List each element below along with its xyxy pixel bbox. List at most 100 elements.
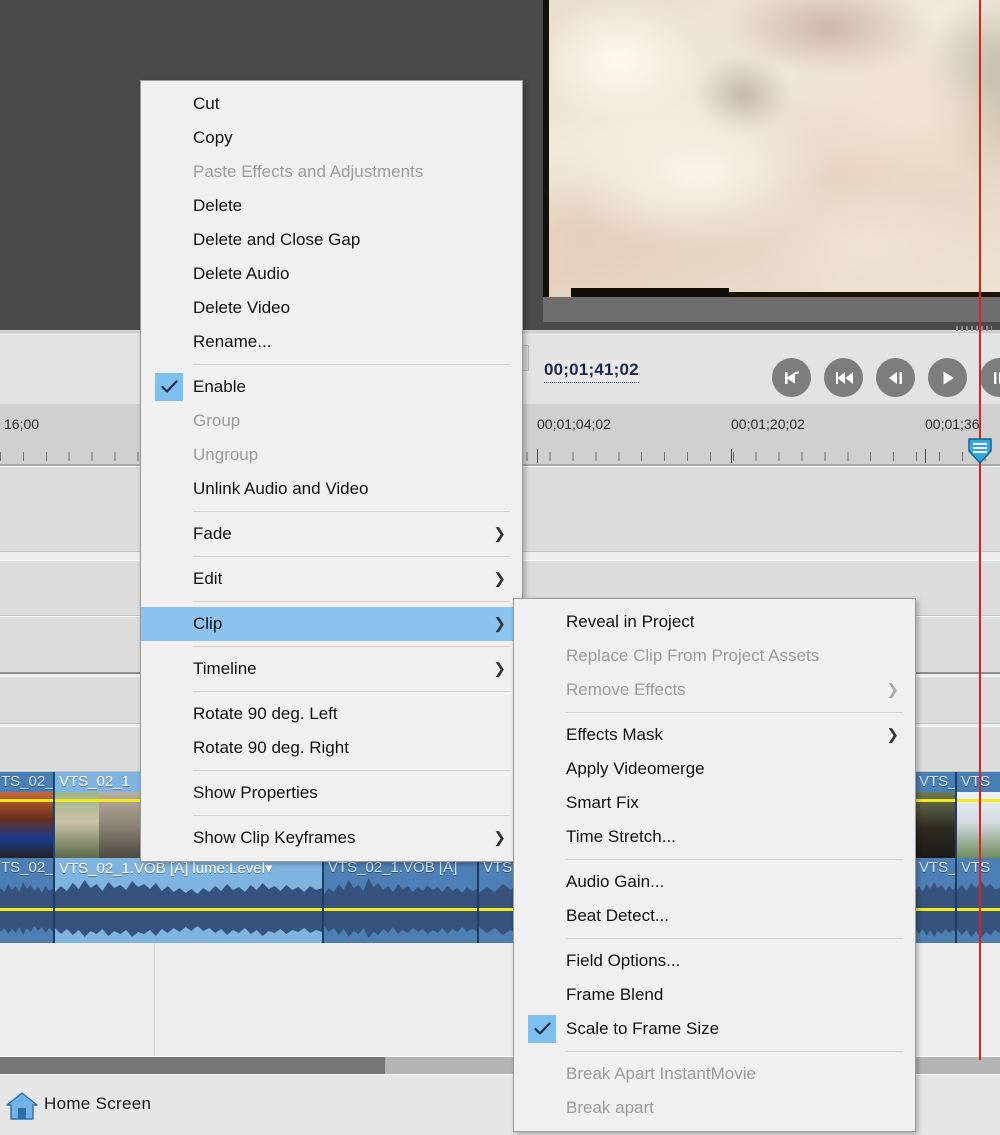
menu-item-show-clip-keyframes[interactable]: Show Clip Keyframes ❯ (141, 821, 522, 855)
chevron-right-icon: ❯ (493, 660, 506, 678)
menu-item-label: Reveal in Project (566, 612, 695, 631)
menu-item-effects-mask[interactable]: Effects Mask ❯ (514, 718, 915, 752)
menu-item-label: Cut (193, 94, 220, 113)
menu-item-show-properties[interactable]: Show Properties (141, 776, 522, 810)
transport-controls (772, 358, 1000, 397)
menu-item-label: Delete Audio (193, 264, 290, 283)
menu-item-delete-audio[interactable]: Delete Audio (141, 257, 522, 291)
timeline-audio-clip[interactable]: VTS_02_1.VOB [A] (323, 858, 478, 943)
preview-left-letterbox (543, 0, 549, 297)
menu-item-rename[interactable]: Rename... (141, 325, 522, 359)
clip-context-menu[interactable]: Cut Copy Paste Effects and Adjustments Dele… (140, 80, 523, 862)
menu-item-ungroup: Ungroup (141, 438, 522, 472)
menu-separator (193, 511, 510, 512)
menu-item-time-stretch[interactable]: Time Stretch... (514, 820, 915, 854)
playhead-marker[interactable] (968, 438, 992, 465)
menu-item-label: Time Stretch... (566, 827, 676, 846)
menu-item-label: Paste Effects and Adjustments (193, 162, 424, 181)
menu-item-label: Timeline (193, 659, 257, 678)
menu-item-label: Beat Detect... (566, 906, 669, 925)
home-screen-label[interactable]: Home Screen (44, 1094, 151, 1114)
menu-item-label: Clip (193, 614, 223, 633)
ruler-label-0: 16;00 (4, 416, 40, 432)
menu-item-delete[interactable]: Delete (141, 189, 522, 223)
menu-item-cut[interactable]: Cut (141, 87, 522, 121)
menu-item-unlink-audio-and-video[interactable]: Unlink Audio and Video (141, 472, 522, 506)
menu-item-audio-gain[interactable]: Audio Gain... (514, 865, 915, 899)
rewind-button[interactable] (824, 358, 863, 397)
menu-separator (193, 646, 510, 647)
menu-item-label: Ungroup (193, 445, 259, 464)
menu-item-group: Group (141, 404, 522, 438)
chevron-right-icon: ❯ (493, 829, 506, 847)
timeline-audio-clip[interactable]: VTS (956, 858, 1000, 943)
timeline-clip[interactable]: VTS_0 (914, 772, 956, 858)
menu-item-delete-and-close-gap[interactable]: Delete and Close Gap (141, 223, 522, 257)
menu-item-label: Delete and Close Gap (193, 230, 361, 249)
step-back-button[interactable] (876, 358, 915, 397)
play-button[interactable] (928, 358, 967, 397)
menu-separator (566, 712, 903, 713)
home-icon[interactable] (6, 1091, 38, 1126)
timeline-audio-clip[interactable]: TS_02_ (0, 858, 54, 943)
menu-item-label: Fade (193, 524, 232, 543)
audio-volume-line (915, 908, 955, 911)
menu-item-scale-to-frame-size[interactable]: Scale to Frame Size (514, 1012, 915, 1046)
playhead-line (979, 0, 981, 1060)
menu-item-smart-fix[interactable]: Smart Fix (514, 786, 915, 820)
preview-bottom-letterbox (571, 288, 729, 297)
menu-item-frame-blend[interactable]: Frame Blend (514, 978, 915, 1012)
audio-waveform (0, 882, 53, 935)
monitor-resize-grip[interactable] (956, 326, 992, 331)
menu-item-label: Frame Blend (566, 985, 664, 1004)
menu-item-field-options[interactable]: Field Options... (514, 944, 915, 978)
menu-item-beat-detect[interactable]: Beat Detect... (514, 899, 915, 933)
menu-item-edit[interactable]: Edit ❯ (141, 562, 522, 596)
menu-separator (193, 601, 510, 602)
menu-item-break-apart-instantmovie: Break Apart InstantMovie (514, 1057, 915, 1091)
timeline-clip[interactable]: TS_02_ (0, 772, 54, 858)
ruler-major-tick-1 (537, 449, 538, 463)
menu-item-label: Field Options... (566, 951, 681, 970)
menu-item-label: Remove Effects (566, 680, 686, 699)
menu-item-clip[interactable]: Clip ❯ (141, 607, 522, 641)
timeline-audio-clip-selected[interactable]: VTS_02_1.VOB [A] lume:Level▾ (54, 858, 323, 943)
checkmark-icon (155, 373, 183, 401)
menu-item-label: Smart Fix (566, 793, 639, 812)
menu-separator (193, 770, 510, 771)
menu-item-label: Delete Video (193, 298, 291, 317)
menu-item-replace-clip-from-project-assets: Replace Clip From Project Assets (514, 639, 915, 673)
timeline-clip[interactable]: VTS (956, 772, 1000, 858)
current-timecode[interactable]: 00;01;41;02 (544, 360, 639, 383)
menu-item-paste-effects-and-adjustments: Paste Effects and Adjustments (141, 155, 522, 189)
timeline-clip-selected[interactable]: VTS_02_1 (54, 772, 143, 858)
menu-item-label: Delete (193, 196, 243, 215)
menu-item-label: Group (193, 411, 241, 430)
menu-separator (566, 1051, 903, 1052)
menu-item-reveal-in-project[interactable]: Reveal in Project (514, 605, 915, 639)
step-forward-button[interactable] (980, 358, 1000, 397)
menu-item-label: Rename... (193, 332, 272, 351)
menu-item-enable[interactable]: Enable (141, 370, 522, 404)
audio-volume-line (0, 908, 53, 911)
menu-item-apply-videomerge[interactable]: Apply Videomerge (514, 752, 915, 786)
menu-item-label: Enable (193, 377, 246, 396)
clip-submenu[interactable]: Reveal in Project Replace Clip From Proje… (513, 598, 916, 1132)
menu-item-label: Unlink Audio and Video (193, 479, 369, 498)
menu-item-timeline[interactable]: Timeline ❯ (141, 652, 522, 686)
ruler-major-tick-3 (925, 449, 926, 463)
menu-separator (566, 938, 903, 939)
menu-item-copy[interactable]: Copy (141, 121, 522, 155)
video-preview[interactable] (543, 0, 1000, 297)
menu-separator (193, 364, 510, 365)
scrollbar-thumb[interactable] (0, 1057, 385, 1075)
clip-label: VTS_0 (919, 773, 956, 790)
menu-item-rotate-90-deg-left[interactable]: Rotate 90 deg. Left (141, 697, 522, 731)
menu-item-rotate-90-deg-right[interactable]: Rotate 90 deg. Right (141, 731, 522, 765)
timeline-audio-clip[interactable]: VTS_0 (914, 858, 956, 943)
menu-item-fade[interactable]: Fade ❯ (141, 517, 522, 551)
menu-item-label: Effects Mask (566, 725, 663, 744)
go-to-start-button[interactable] (772, 358, 811, 397)
menu-item-delete-video[interactable]: Delete Video (141, 291, 522, 325)
menu-item-label: Rotate 90 deg. Left (193, 704, 338, 723)
